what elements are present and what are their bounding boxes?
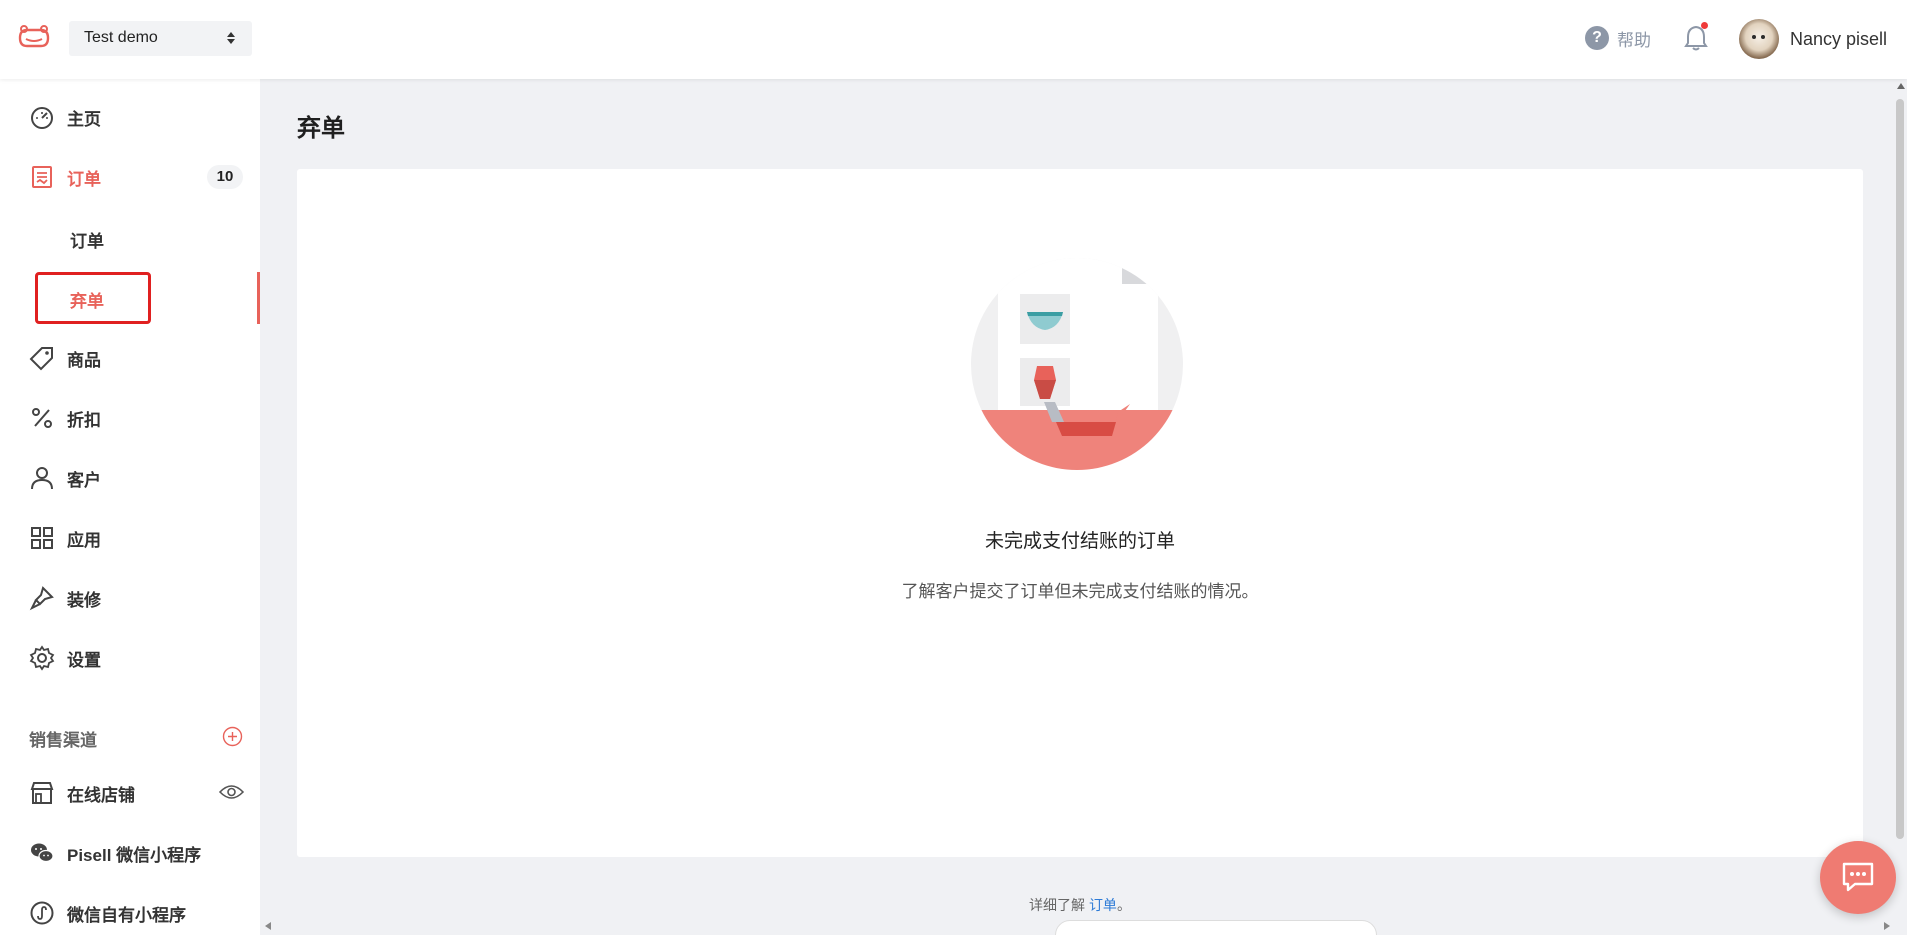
highlight-box bbox=[35, 272, 151, 324]
user-icon bbox=[31, 467, 53, 490]
scroll-up-arrow-icon[interactable] bbox=[1897, 83, 1905, 89]
sidebar-item-label: 折扣 bbox=[67, 410, 101, 430]
dashboard-icon bbox=[31, 107, 53, 129]
active-indicator bbox=[257, 272, 260, 324]
top-header: Test demo ? 帮助 Nancy pisell bbox=[0, 0, 1907, 79]
sidebar-item-label: 主页 bbox=[67, 109, 101, 129]
sidebar-item-label: Pisell 微信小程序 bbox=[67, 845, 202, 865]
chat-icon bbox=[1842, 862, 1874, 892]
sidebar-subitem-orders[interactable]: 订单 bbox=[0, 217, 260, 257]
help-label: 帮助 bbox=[1617, 30, 1651, 50]
sidebar-item-label: 订单 bbox=[67, 169, 101, 189]
brand-logo-icon[interactable] bbox=[16, 24, 52, 52]
sidebar-item-orders[interactable]: 订单 10 bbox=[0, 155, 260, 199]
notification-dot bbox=[1701, 22, 1708, 29]
order-count-badge: 10 bbox=[207, 165, 243, 189]
sidebar: 主页 订单 10 订单 弃单 商品 折扣 客户 应用 装修 设置 销售渠道 在线… bbox=[0, 79, 260, 935]
sidebar-subitem-label: 订单 bbox=[70, 232, 104, 251]
learn-more-prefix: 详细了解 bbox=[1029, 897, 1089, 913]
empty-orders-illustration bbox=[971, 258, 1183, 470]
page-title: 弃单 bbox=[297, 115, 345, 142]
sidebar-item-home[interactable]: 主页 bbox=[0, 95, 260, 139]
empty-state-description: 了解客户提交了订单但未完成支付结账的情况。 bbox=[901, 582, 1259, 601]
bottom-floating-bar bbox=[1055, 920, 1377, 935]
avatar bbox=[1739, 19, 1779, 59]
scroll-right-arrow-icon[interactable] bbox=[1884, 922, 1890, 930]
user-menu[interactable]: Nancy pisell bbox=[1739, 19, 1887, 59]
scroll-left-arrow-icon[interactable] bbox=[265, 922, 271, 930]
sidebar-item-label: 商品 bbox=[67, 350, 101, 370]
wechat-icon bbox=[31, 843, 54, 863]
chat-support-button[interactable] bbox=[1820, 841, 1896, 914]
percent-icon bbox=[32, 408, 52, 428]
sidebar-item-discounts[interactable]: 折扣 bbox=[0, 396, 260, 440]
vertical-scrollbar[interactable] bbox=[1893, 79, 1907, 935]
user-name: Nancy pisell bbox=[1790, 28, 1888, 49]
sales-channels-title: 销售渠道 bbox=[29, 731, 97, 750]
order-icon bbox=[32, 166, 52, 188]
tag-icon bbox=[29, 347, 53, 371]
learn-more-text: 详细了解 订单。 bbox=[0, 895, 1907, 915]
sidebar-item-label: 在线店铺 bbox=[67, 785, 135, 805]
sidebar-item-label: 客户 bbox=[67, 470, 101, 490]
learn-more-link[interactable]: 订单 bbox=[1089, 897, 1117, 913]
sidebar-item-label: 设置 bbox=[67, 650, 101, 670]
store-icon bbox=[30, 782, 54, 804]
sort-caret-icon bbox=[227, 32, 235, 44]
gear-icon bbox=[29, 645, 55, 671]
store-name: Test demo bbox=[84, 29, 158, 46]
eye-icon[interactable] bbox=[219, 783, 244, 801]
sidebar-item-settings[interactable]: 设置 bbox=[0, 636, 260, 680]
sidebar-item-wechat-mini[interactable]: Pisell 微信小程序 bbox=[0, 831, 260, 875]
empty-state-title: 未完成支付结账的订单 bbox=[984, 531, 1175, 552]
learn-more-suffix: 。 bbox=[1116, 897, 1131, 913]
store-selector[interactable]: Test demo bbox=[69, 21, 252, 56]
notifications-button[interactable] bbox=[1683, 22, 1709, 52]
add-channel-icon[interactable] bbox=[222, 726, 243, 747]
scroll-thumb[interactable] bbox=[1896, 99, 1904, 839]
sidebar-item-products[interactable]: 商品 bbox=[0, 336, 260, 380]
help-link[interactable]: ? 帮助 bbox=[1585, 26, 1651, 50]
help-icon: ? bbox=[1585, 26, 1609, 50]
sidebar-item-customers[interactable]: 客户 bbox=[0, 456, 260, 500]
